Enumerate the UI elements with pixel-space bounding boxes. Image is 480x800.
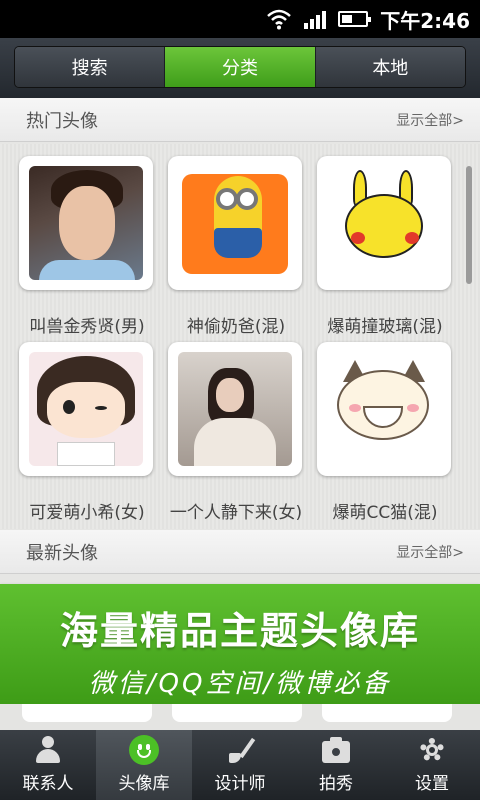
hot-section-title: 热门头像 — [26, 110, 98, 132]
hot-avatar-grid: 叫兽金秀贤(男) 神偷奶爸(混) 爆萌撞玻璃(混) 可爱萌小希(女) 一个人静下… — [0, 144, 480, 529]
avatar-item[interactable]: 一个人静下来(女) — [168, 342, 304, 523]
new-section-header: 最新头像 显示全部> — [0, 530, 480, 574]
tab-label: 设置 — [415, 774, 449, 794]
tab-search[interactable]: 搜索 — [15, 47, 166, 87]
hot-show-all-link[interactable]: 显示全部> — [396, 110, 464, 130]
tab-designer[interactable]: 设计师 — [192, 730, 288, 800]
avatar-item[interactable]: 可爱萌小希(女) — [19, 342, 155, 523]
wifi-icon — [266, 8, 292, 30]
pikachu-image — [327, 166, 441, 280]
avatar-item[interactable]: 爆萌CC猫(混) — [317, 342, 453, 523]
tab-label: 设计师 — [214, 774, 266, 794]
status-time: 下午2:46 — [380, 8, 470, 33]
promo-banner[interactable]: 海量精品主题头像库 微信/QQ空间/微博必备 — [0, 584, 480, 704]
scrollbar[interactable] — [466, 166, 472, 284]
signal-icon — [304, 9, 327, 29]
battery-icon — [338, 11, 372, 27]
avatar-item[interactable]: 爆萌撞玻璃(混) — [317, 156, 453, 337]
banner-sub-text: 微信/QQ空间/微博必备 — [88, 669, 392, 699]
cartoon-cat-image — [327, 352, 441, 466]
newest-row-peek — [0, 704, 480, 730]
new-section-title: 最新头像 — [26, 542, 98, 564]
avatar-item[interactable]: 神偷奶爸(混) — [168, 156, 304, 337]
contact-icon — [33, 735, 63, 765]
avatar-thumb[interactable] — [19, 342, 153, 476]
brush-icon — [225, 735, 256, 765]
avatar-label: 一个人静下来(女) — [169, 503, 303, 523]
tab-label: 头像库 — [118, 774, 170, 794]
avatar-label: 爆萌撞玻璃(混) — [327, 317, 443, 337]
banner-main-text: 海量精品主题头像库 — [59, 609, 420, 653]
status-bar: 下午2:46 — [0, 0, 480, 38]
top-bar: 搜索 分类 本地 — [0, 38, 480, 98]
avatar-thumb[interactable] — [317, 156, 451, 290]
new-show-all-link[interactable]: 显示全部> — [396, 542, 464, 562]
avatar-thumb[interactable] — [172, 704, 302, 722]
tab-avatar-library[interactable]: 头像库 — [96, 730, 192, 800]
avatar-label: 叫兽金秀贤(男) — [29, 317, 145, 337]
cartoon-girl-image — [29, 352, 143, 466]
tab-contacts[interactable]: 联系人 — [0, 730, 96, 800]
gear-icon — [417, 735, 447, 765]
tab-settings[interactable]: 设置 — [384, 730, 480, 800]
avatar-label: 爆萌CC猫(混) — [332, 503, 438, 523]
avatar-thumb[interactable] — [19, 156, 153, 290]
avatar-thumb[interactable] — [168, 342, 302, 476]
tab-photo-show[interactable]: 拍秀 — [288, 730, 384, 800]
avatar-thumb[interactable] — [317, 342, 451, 476]
avatar-label: 可爱萌小希(女) — [29, 503, 145, 523]
minion-image — [178, 166, 292, 280]
tab-label: 拍秀 — [319, 774, 353, 794]
avatar-label: 神偷奶爸(混) — [186, 317, 286, 337]
tab-category[interactable]: 分类 — [165, 47, 316, 87]
smile-icon — [129, 735, 159, 765]
tab-label: 联系人 — [22, 774, 74, 794]
avatar-thumb[interactable] — [22, 704, 152, 722]
bottom-tab-bar: 联系人 头像库 设计师 拍秀 设置 — [0, 730, 480, 800]
tab-local[interactable]: 本地 — [315, 47, 465, 87]
camera-icon — [321, 735, 351, 765]
avatar-item[interactable]: 叫兽金秀贤(男) — [19, 156, 155, 337]
hot-section-header: 热门头像 显示全部> — [0, 98, 480, 142]
photo-woman-image — [178, 352, 292, 466]
segmented-tabs: 搜索 分类 本地 — [14, 46, 466, 88]
avatar-thumb[interactable] — [322, 704, 452, 722]
photo-man-image — [29, 166, 143, 280]
avatar-thumb[interactable] — [168, 156, 302, 290]
